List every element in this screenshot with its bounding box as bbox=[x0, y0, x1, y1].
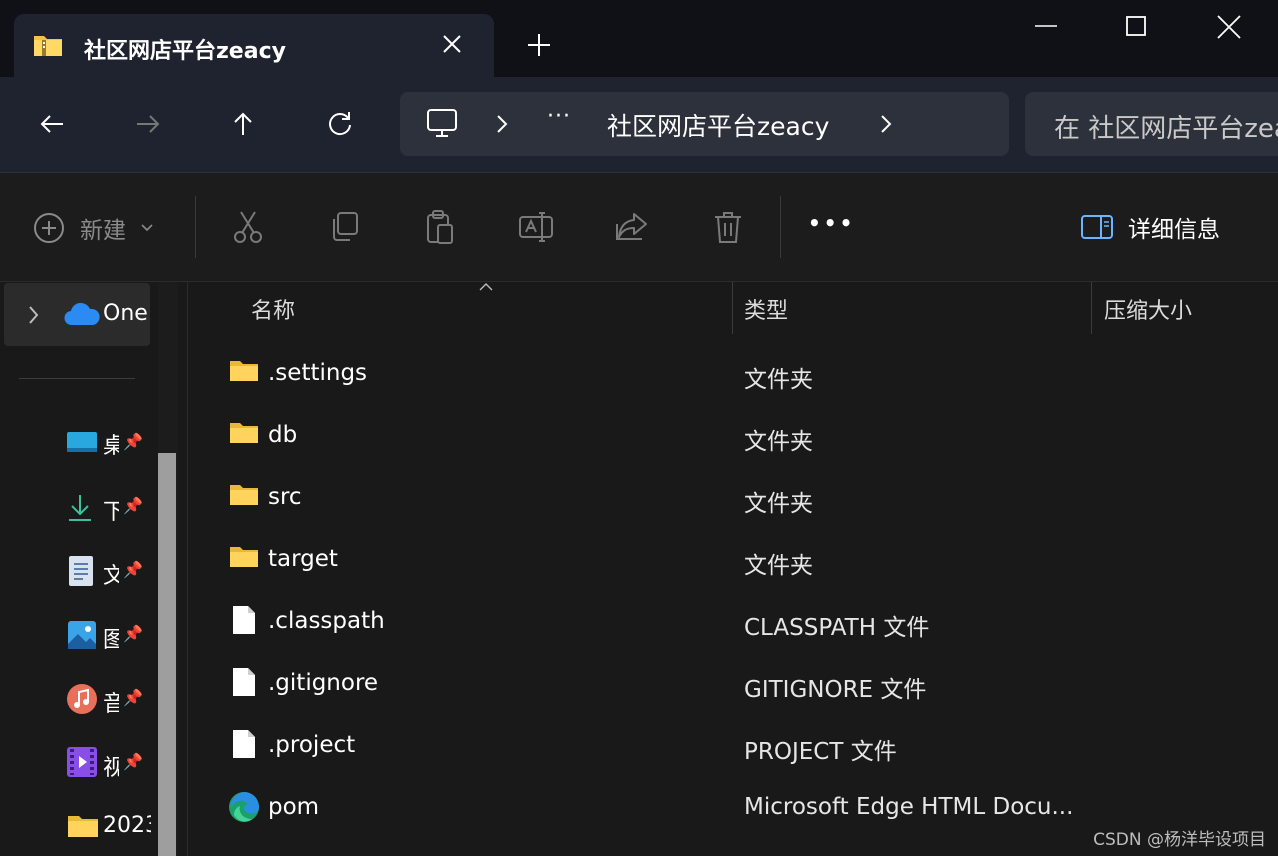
file-name: target bbox=[268, 546, 338, 572]
file-row[interactable]: .classpath CLASSPATH 文件 bbox=[189, 592, 1278, 654]
sort-ascending-icon bbox=[478, 282, 494, 292]
column-divider[interactable] bbox=[732, 282, 733, 334]
forward-button[interactable] bbox=[124, 100, 172, 148]
file-name: .settings bbox=[268, 360, 368, 386]
details-pane-button[interactable]: 详细信息 bbox=[1080, 210, 1220, 244]
sidebar-divider bbox=[19, 378, 135, 379]
file-icon bbox=[232, 605, 256, 635]
refresh-button[interactable] bbox=[316, 100, 364, 148]
pin-icon: 📌 bbox=[123, 560, 143, 579]
folder-icon bbox=[229, 359, 259, 383]
music-icon bbox=[66, 683, 98, 715]
file-type: 文件夹 bbox=[744, 491, 813, 517]
up-button[interactable] bbox=[219, 100, 267, 148]
file-type: GITIGNORE 文件 bbox=[744, 677, 927, 703]
file-name: pom bbox=[268, 794, 320, 820]
file-name: .project bbox=[268, 732, 356, 758]
folder-icon bbox=[229, 421, 259, 445]
pin-icon: 📌 bbox=[123, 752, 143, 771]
sidebar-item-label: 2023 bbox=[103, 813, 151, 838]
sidebar-item-label: 下 bbox=[103, 500, 119, 525]
sidebar-item-label: 图 bbox=[103, 628, 119, 653]
documents-icon bbox=[68, 555, 94, 587]
file-icon bbox=[232, 729, 256, 759]
folder-icon bbox=[229, 483, 259, 507]
details-pane-icon bbox=[1080, 213, 1114, 241]
download-icon bbox=[66, 493, 94, 523]
file-type: 文件夹 bbox=[744, 367, 813, 393]
pictures-icon bbox=[67, 620, 97, 650]
back-button[interactable] bbox=[28, 100, 76, 148]
desktop-icon bbox=[66, 430, 98, 456]
column-divider[interactable] bbox=[1091, 282, 1092, 334]
file-row[interactable]: target 文件夹 bbox=[189, 530, 1278, 592]
sidebar-item-label: 视 bbox=[103, 756, 119, 781]
file-row[interactable]: .gitignore GITIGNORE 文件 bbox=[189, 654, 1278, 716]
more-options-button[interactable]: ••• bbox=[808, 211, 855, 235]
file-name: .gitignore bbox=[268, 670, 379, 696]
file-name: db bbox=[268, 422, 298, 448]
file-type: PROJECT 文件 bbox=[744, 739, 897, 765]
pin-icon: 📌 bbox=[123, 688, 143, 707]
file-type: 文件夹 bbox=[744, 429, 813, 455]
file-type: 文件夹 bbox=[744, 553, 813, 579]
close-window-button[interactable] bbox=[1214, 12, 1244, 42]
paste-button[interactable] bbox=[412, 199, 468, 255]
minimize-button[interactable] bbox=[1032, 14, 1060, 42]
zip-folder-icon bbox=[33, 33, 63, 57]
sidebar-item-label: 音 bbox=[103, 692, 119, 717]
share-button[interactable] bbox=[604, 199, 660, 255]
sidebar-scrollbar-thumb[interactable] bbox=[158, 453, 176, 856]
pin-icon: 📌 bbox=[123, 496, 143, 515]
this-pc-icon[interactable] bbox=[425, 107, 459, 139]
watermark: CSDN @杨洋毕设项目 bbox=[1093, 830, 1266, 850]
breadcrumb-chevron-icon[interactable] bbox=[876, 112, 896, 136]
file-row[interactable]: .project PROJECT 文件 bbox=[189, 716, 1278, 778]
toolbar-separator bbox=[195, 196, 196, 258]
tab-title: 社区网店平台zeacy bbox=[84, 39, 286, 64]
edge-icon bbox=[228, 791, 260, 823]
file-row[interactable]: src 文件夹 bbox=[189, 468, 1278, 530]
breadcrumb-overflow-button[interactable]: ··· bbox=[547, 104, 571, 129]
cut-button[interactable] bbox=[220, 199, 276, 255]
file-name: .classpath bbox=[268, 608, 385, 634]
breadcrumb-current-folder[interactable]: 社区网店平台zeacy bbox=[607, 107, 829, 143]
close-tab-button[interactable] bbox=[438, 30, 466, 58]
search-placeholder: 在 社区网店平台zeacy 中搜索 bbox=[1054, 114, 1278, 144]
pin-icon: 📌 bbox=[123, 432, 143, 451]
new-button[interactable]: 新建 bbox=[32, 206, 154, 250]
onedrive-cloud-icon bbox=[64, 301, 100, 329]
column-header-name[interactable]: 名称 bbox=[251, 293, 295, 325]
new-tab-button[interactable] bbox=[524, 30, 554, 60]
delete-button[interactable] bbox=[700, 199, 756, 255]
file-row[interactable]: db 文件夹 bbox=[189, 406, 1278, 468]
chevron-down-icon bbox=[140, 223, 154, 233]
file-type: Microsoft Edge HTML Docu... bbox=[744, 794, 1074, 820]
file-type: CLASSPATH 文件 bbox=[744, 615, 930, 641]
file-icon bbox=[232, 667, 256, 697]
add-circle-icon bbox=[32, 211, 66, 245]
sidebar-item-label: 桌 bbox=[103, 434, 119, 459]
maximize-button[interactable] bbox=[1122, 12, 1150, 40]
sidebar-item-label: One bbox=[103, 301, 148, 326]
copy-button[interactable] bbox=[316, 199, 372, 255]
file-name: src bbox=[268, 484, 302, 510]
search-box[interactable]: 在 社区网店平台zeacy 中搜索 bbox=[1025, 92, 1278, 156]
new-button-label: 新建 bbox=[80, 218, 126, 244]
rename-button[interactable] bbox=[508, 199, 564, 255]
expand-chevron-icon[interactable] bbox=[24, 303, 42, 327]
folder-icon bbox=[229, 545, 259, 569]
column-header-type[interactable]: 类型 bbox=[744, 293, 788, 325]
details-label: 详细信息 bbox=[1128, 217, 1220, 243]
videos-icon bbox=[66, 746, 98, 778]
sidebar-item-label: 文 bbox=[103, 564, 119, 589]
file-row[interactable]: .settings 文件夹 bbox=[189, 344, 1278, 406]
toolbar-separator bbox=[780, 196, 781, 258]
pin-icon: 📌 bbox=[123, 624, 143, 643]
folder-icon bbox=[67, 813, 99, 839]
breadcrumb-chevron-icon[interactable] bbox=[492, 112, 512, 136]
column-header-size[interactable]: 压缩大小 bbox=[1104, 293, 1192, 325]
